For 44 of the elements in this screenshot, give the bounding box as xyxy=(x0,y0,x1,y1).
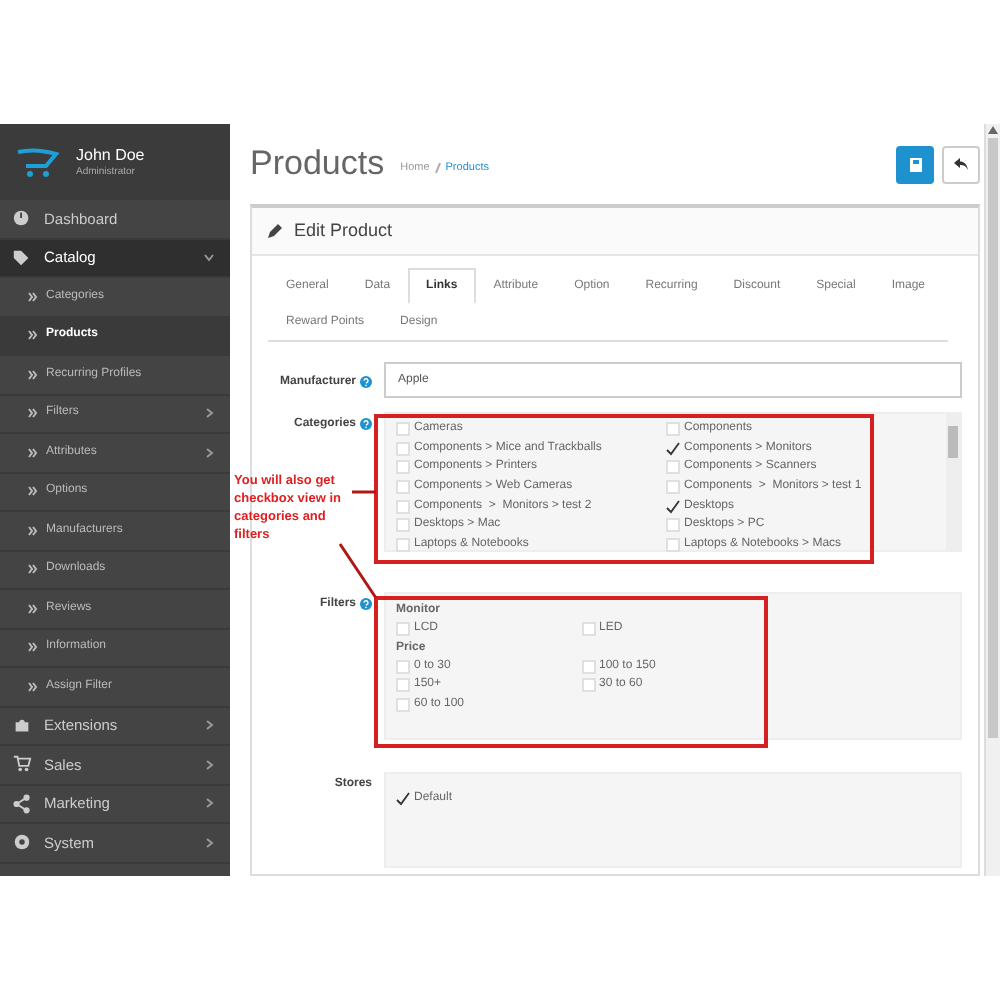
gear-icon xyxy=(12,830,32,855)
dashboard-icon xyxy=(12,206,32,231)
cart-icon xyxy=(12,752,32,777)
chevron-right-icon xyxy=(206,447,214,458)
chevron-right-icon xyxy=(206,408,214,419)
save-icon xyxy=(909,157,921,171)
double-chevron-icon xyxy=(28,642,38,653)
double-chevron-icon xyxy=(28,330,38,341)
chevron-right-icon xyxy=(206,837,214,848)
double-chevron-icon xyxy=(28,564,38,575)
double-chevron-icon xyxy=(28,486,38,497)
panel-title: Edit Product xyxy=(294,217,393,244)
double-chevron-icon xyxy=(28,408,38,419)
leader-line xyxy=(338,543,378,599)
double-chevron-icon xyxy=(28,525,38,536)
page-title: Products xyxy=(250,142,385,187)
double-chevron-icon xyxy=(28,291,38,302)
checkbox[interactable] xyxy=(666,441,680,456)
help-icon xyxy=(360,375,372,387)
leader-line xyxy=(352,490,376,494)
pencil-icon xyxy=(268,224,282,238)
back-button[interactable] xyxy=(942,145,980,183)
categories-list[interactable] xyxy=(384,412,962,552)
double-chevron-icon xyxy=(28,603,38,614)
double-chevron-icon xyxy=(28,447,38,458)
user-name: John Doe xyxy=(76,145,145,166)
scrollbar[interactable] xyxy=(984,124,1000,876)
chevron-right-icon xyxy=(206,798,214,809)
help-icon xyxy=(360,418,372,430)
chevron-right-icon xyxy=(206,720,214,731)
chevron-right-icon xyxy=(206,759,214,770)
help-icon xyxy=(360,598,372,610)
breadcrumb-separator-icon xyxy=(433,162,442,174)
tags-icon xyxy=(12,245,32,270)
chevron-down-icon xyxy=(204,253,214,262)
scrollbar[interactable] xyxy=(946,414,960,550)
double-chevron-icon xyxy=(28,369,38,380)
reply-arrow-icon xyxy=(954,158,968,170)
share-icon xyxy=(12,791,32,816)
cart-logo-icon xyxy=(16,146,60,178)
double-chevron-icon xyxy=(28,681,38,692)
checkbox[interactable] xyxy=(396,792,410,807)
scroll-up-arrow-icon[interactable] xyxy=(988,126,998,134)
checkbox[interactable] xyxy=(666,499,680,514)
